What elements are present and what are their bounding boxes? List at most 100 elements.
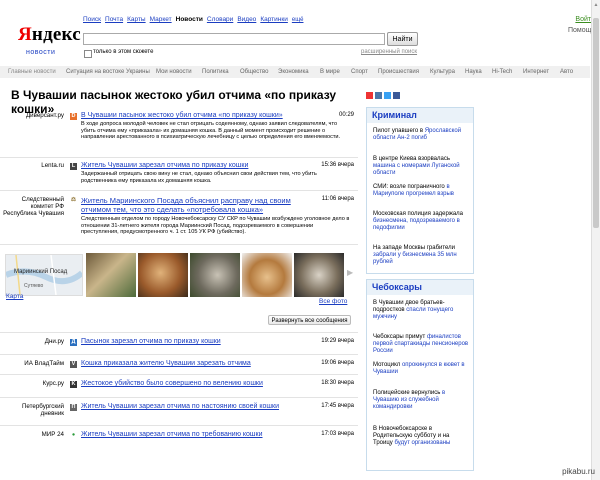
nav-item[interactable]: Ситуация на востоке Украины: [66, 69, 150, 75]
divider: [0, 425, 358, 426]
sidebar-news-text: Пилот упавшего в: [373, 128, 425, 134]
nav-item[interactable]: Наука: [465, 69, 482, 75]
map-place-label: Мариинский Посад: [14, 269, 68, 275]
service-link-7[interactable]: Картинки: [260, 16, 288, 23]
scrollbar[interactable]: ▲: [591, 0, 600, 480]
nav-item[interactable]: Общество: [240, 69, 269, 75]
share-ya-icon[interactable]: [366, 92, 373, 99]
next-photos-arrow-icon[interactable]: ▶: [347, 268, 353, 277]
nav-item[interactable]: Мои новости: [156, 69, 192, 75]
story-title-link[interactable]: Кошка приказала жителю Чувашии зарезать …: [81, 360, 251, 367]
nav-item[interactable]: Политика: [202, 69, 229, 75]
nav-item[interactable]: В мире: [320, 69, 340, 75]
story-title-link[interactable]: Житель Мариинского Посада объяснил распр…: [81, 196, 311, 214]
story-title-link[interactable]: Житель Чувашии зарезал отчима по настоян…: [81, 403, 279, 410]
share-tw-icon[interactable]: [384, 92, 391, 99]
city-panel-title[interactable]: Чебоксары: [367, 280, 473, 295]
service-link-2[interactable]: Карты: [127, 16, 146, 23]
sidebar-news-item[interactable]: Полицейские вернулись в Чувашию из служе…: [373, 390, 469, 411]
search-input[interactable]: [83, 33, 385, 45]
scroll-up-icon[interactable]: ▲: [593, 2, 599, 10]
sidebar-news-link[interactable]: будут организованы: [394, 440, 450, 446]
divider: [0, 354, 358, 355]
scope-checkbox[interactable]: [84, 50, 92, 58]
story-source[interactable]: Дни.ру: [2, 338, 64, 345]
service-link-5[interactable]: Словари: [207, 16, 233, 23]
story-time: 11:06 вчера: [321, 196, 354, 202]
category-nav: Главные новости Ситуация на востоке Украи…: [0, 66, 590, 78]
story-title-link[interactable]: Жестокое убийство было совершено по веле…: [81, 380, 263, 387]
sidebar-news-item[interactable]: На западе Москвы грабители забрали у биз…: [373, 245, 469, 266]
source-icon: K: [70, 381, 77, 388]
story-snippet: Следственным отделом по городу Новочебок…: [81, 216, 350, 236]
story-source[interactable]: Петербургский дневник: [2, 403, 64, 417]
sidebar-news-item[interactable]: Московская полиция задержала бизнесмена,…: [373, 211, 469, 232]
expand-all-button[interactable]: Развернуть все сообщения: [268, 315, 351, 325]
service-link-1[interactable]: Почта: [105, 16, 123, 23]
sidebar-news-item[interactable]: Пилот упавшего в Ярославской области Ан-…: [373, 128, 469, 142]
sidebar-news-item[interactable]: В Чувашии двое братьев-подростков спасли…: [373, 300, 469, 321]
divider: [0, 157, 358, 158]
sidebar-news-item[interactable]: Мотоцикл опрокинулся в кювет в Чувашии: [373, 362, 469, 376]
nav-item[interactable]: Культура: [430, 69, 455, 75]
photo-thumbnail[interactable]: [294, 253, 344, 297]
story-time: 18:30 вчера: [321, 380, 354, 386]
service-link-8[interactable]: ещё: [292, 17, 304, 23]
search-button[interactable]: Найти: [387, 32, 418, 46]
map-link[interactable]: Карта: [6, 293, 23, 300]
yandex-logo[interactable]: Яндекс: [18, 24, 81, 46]
story-snippet: В ходе допроса молодой человек не стал о…: [81, 121, 341, 141]
source-icon: П: [70, 404, 77, 411]
photo-thumbnail[interactable]: [242, 253, 292, 297]
scope-checkbox-label: только в этом сюжете: [93, 49, 154, 55]
services-menu: Поиск Почта Карты Маркет Новости Словари Видео…: [83, 16, 307, 23]
nav-item[interactable]: Интернет: [523, 69, 549, 75]
story-source[interactable]: Диверсант.ру: [2, 112, 64, 119]
sidebar-news-item[interactable]: В центре Киева взорвалась машина с номер…: [373, 156, 469, 177]
sidebar-news-item[interactable]: Чебоксары примут финалистов первой спарт…: [373, 334, 469, 355]
divider: [0, 397, 358, 398]
story-source[interactable]: ИА ВладТайм: [2, 360, 64, 367]
sidebar-news-item[interactable]: СМИ: возле пограничного в Мариуполе прог…: [373, 184, 469, 198]
service-link-3[interactable]: Маркет: [150, 16, 172, 23]
nav-item[interactable]: Спорт: [351, 69, 368, 75]
sidebar-news-link[interactable]: бизнесмена, подозреваемого в педофилии: [373, 218, 460, 231]
story-source[interactable]: Следственный комитет РФ Республика Чуваш…: [2, 196, 64, 217]
share-fb-icon[interactable]: [393, 92, 400, 99]
source-icon: V: [70, 361, 77, 368]
logo-subtitle[interactable]: новости: [26, 49, 55, 56]
divider: [0, 190, 358, 191]
crime-panel-title[interactable]: Криминал: [367, 108, 473, 123]
share-vk-icon[interactable]: [375, 92, 382, 99]
nav-item[interactable]: Экономика: [278, 69, 309, 75]
story-source[interactable]: Lenta.ru: [2, 162, 64, 169]
sidebar-news-link[interactable]: забрали у бизнесмена 35 млн рублей: [373, 252, 457, 265]
service-link-0[interactable]: Поиск: [83, 16, 101, 23]
story-source[interactable]: Курс.ру: [2, 380, 64, 387]
photo-thumbnail[interactable]: [138, 253, 188, 297]
nav-item[interactable]: Происшествия: [378, 69, 419, 75]
sidebar-news-item[interactable]: В Новочебоксарске в Родительскую субботу…: [373, 426, 469, 447]
advanced-search-link[interactable]: расширенный поиск: [361, 49, 417, 55]
story-snippet: Задержанный отрицать свою вину не стал, …: [81, 171, 317, 184]
crime-panel: Криминал Пилот упавшего в Ярославской об…: [366, 107, 474, 274]
story-source[interactable]: МИР 24: [2, 431, 64, 438]
story-title-link[interactable]: В Чувашии пасынок жестоко убил отчима «п…: [81, 112, 283, 119]
story-title-link[interactable]: Житель Чувашии зарезал отчима по приказу…: [81, 162, 248, 169]
photo-thumbnail[interactable]: [190, 253, 240, 297]
location-map[interactable]: Мариинский Посад Сутяево: [5, 254, 83, 296]
service-link-4[interactable]: Новости: [176, 16, 203, 23]
watermark: pikabu.ru: [562, 467, 595, 476]
divider: [0, 244, 358, 245]
photo-thumbnail[interactable]: [86, 253, 136, 297]
nav-item[interactable]: Главные новости: [8, 69, 56, 75]
nav-item[interactable]: Hi-Tech: [492, 69, 512, 75]
all-photos-link[interactable]: Все фото: [319, 298, 347, 305]
story-title-link[interactable]: Житель Чувашии зарезал отчима по требова…: [81, 431, 263, 438]
scrollbar-thumb[interactable]: [593, 18, 599, 228]
nav-item[interactable]: Авто: [560, 69, 573, 75]
service-link-6[interactable]: Видео: [237, 16, 256, 23]
sidebar-news-text: Мотоцикл: [373, 362, 402, 368]
sidebar-news-link[interactable]: машина с номерами Луганской области: [373, 163, 460, 176]
story-title-link[interactable]: Пасынок зарезал отчима по приказу кошки: [81, 338, 221, 345]
